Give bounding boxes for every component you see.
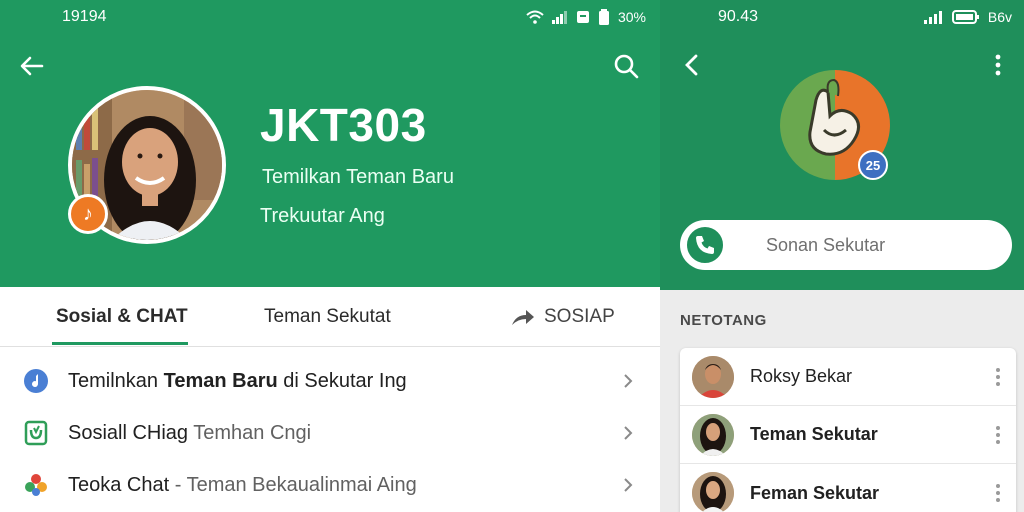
chevron-right-icon [624,374,633,388]
tab-share[interactable]: SOSIAP [510,287,615,347]
right-screen: 90.43 B6v 25 Sonan Sekutar NETOTANG Roks… [660,0,1024,512]
profile-title: JKT303 [260,99,427,151]
more-vertical-icon[interactable] [992,366,1004,388]
chevron-right-icon [624,478,633,492]
profile-subtitle: Temilkan Teman Baru [262,166,454,188]
row-text-c: - Teman Bekaualinmai Aing [169,473,417,496]
status-time: 90.43 [718,8,759,25]
phone-icon [684,224,726,266]
tab-teman-sekutat[interactable]: Teman Sekutat [264,287,391,347]
shield-check-icon [22,419,50,447]
list-item[interactable]: Teman Sekutar [680,406,1016,464]
battery-icon [598,9,609,25]
list-item[interactable]: Feman Sekutar [680,464,1016,512]
list-item[interactable]: Teoka Chat - Teman Bekaualinmai Aing [0,459,660,511]
list-item[interactable]: Sosiall CHiag Temhan Cngi [0,407,660,459]
battery-percent: 30% [617,9,646,25]
status-time: 19194 [62,8,107,25]
active-tab-indicator [52,342,188,345]
tab-social-chat[interactable]: Sosial & CHAT [56,287,188,347]
chevron-right-icon [624,426,633,440]
avatar [692,355,734,398]
tab-label: SOSIAP [544,306,615,327]
list-item-text: Teoka Chat - Teman Bekaualinmai Aing [68,474,417,497]
more-vertical-icon[interactable] [990,52,1006,78]
logo-badge: 25 [858,150,888,180]
contact-list: Roksy Bekar Teman Sekutar Feman Sekutar [680,348,1016,512]
row-text-c: di Sekutar Ing [277,369,407,392]
status-icons: 30% [526,9,646,25]
left-screen: 19194 30% ♪ JKT303 Temilkan Teman Baru T… [0,0,660,512]
status-bar: 90.43 B6v [660,0,1024,34]
list-item[interactable]: Temilnkan Teman Baru di Sekutar Ing [0,355,660,407]
tab-label: Teman Sekutat [264,306,391,327]
contact-name: Roksy Bekar [750,366,853,386]
more-vertical-icon[interactable] [992,424,1004,446]
music-note-icon: ♪ [68,194,108,234]
signal-icon [923,11,942,24]
row-text-b: Teman Baru [163,369,278,392]
tab-label: Sosial & CHAT [56,306,188,327]
list-item[interactable]: Roksy Bekar [680,348,1016,406]
search-icon[interactable] [612,52,640,80]
signal-icon [551,11,567,24]
row-text-c: Temhan Cngi [188,421,312,444]
profile-location: Trekuutar Ang [260,205,385,227]
row-text-a: Sosiall CHiag [68,421,189,444]
row-text-a: Teoka Chat [68,473,170,496]
tab-bar: Sosial & CHAT Teman Sekutat SOSIAP [0,287,660,347]
app-header: 90.43 B6v 25 Sonan Sekutar [660,0,1024,290]
list-item-text: Temilnkan Teman Baru di Sekutar Ing [68,370,407,393]
status-text: B6v [987,9,1012,25]
back-arrow-icon[interactable] [18,52,46,80]
status-bar: 19194 30% [0,0,660,34]
avatar [692,472,734,512]
notification-icon [576,11,589,23]
contact-name: Teman Sekutar [750,424,878,444]
search-placeholder: Sonan Sekutar [766,234,886,255]
chevron-left-icon[interactable] [680,52,704,78]
more-vertical-icon[interactable] [992,482,1004,504]
row-text-a: Temilnkan [68,369,164,392]
status-icons: B6v [923,9,1012,25]
list-item-text: Sosiall CHiag Temhan Cngi [68,422,311,445]
section-title: NETOTANG [680,312,767,329]
contact-name: Feman Sekutar [750,482,880,503]
profile-header: 19194 30% ♪ JKT303 Temilkan Teman Baru T… [0,0,660,287]
battery-icon [951,10,979,24]
avatar [692,413,734,456]
share-arrow-icon [512,310,534,325]
flower-icon [22,471,50,499]
wifi-icon [526,10,544,24]
music-note-icon [22,367,50,395]
search-input[interactable]: Sonan Sekutar [680,220,1012,270]
